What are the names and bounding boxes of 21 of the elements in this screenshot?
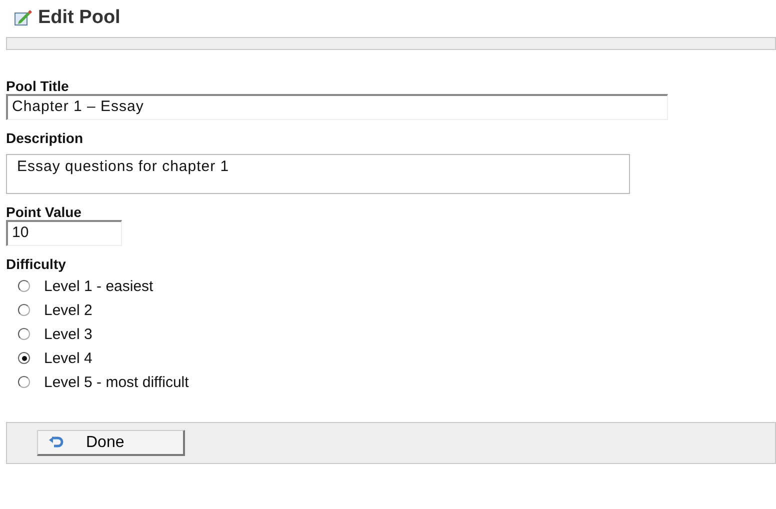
radio-label: Level 3 [44, 326, 92, 342]
field-label: Description [6, 130, 84, 146]
radio-label: Level 4 [44, 350, 92, 366]
radio-label: Level 1 - easiest [44, 278, 154, 294]
page-title: Edit Pool [38, 7, 120, 29]
field-label: Difficulty [6, 256, 67, 272]
radio-button[interactable] [18, 328, 30, 340]
edit-icon [14, 10, 32, 26]
radio-button[interactable] [18, 280, 30, 292]
radio-button[interactable] [18, 376, 30, 388]
input-field[interactable]: Chapter 1 – Essay [6, 94, 668, 120]
description-field[interactable]: Essay questions for chapter 1 [6, 154, 630, 194]
return-arrow-icon [48, 436, 64, 450]
input-field[interactable]: 10 [6, 220, 122, 246]
radio-label: Level 2 [44, 302, 92, 318]
field-label: Pool Title [6, 78, 70, 94]
radio-label: Level 5 - most difficult [44, 374, 189, 390]
radio-button[interactable] [18, 304, 30, 316]
radio-button[interactable] [18, 352, 30, 364]
done-button[interactable]: Done [37, 430, 185, 456]
field-label: Point Value [6, 204, 82, 220]
